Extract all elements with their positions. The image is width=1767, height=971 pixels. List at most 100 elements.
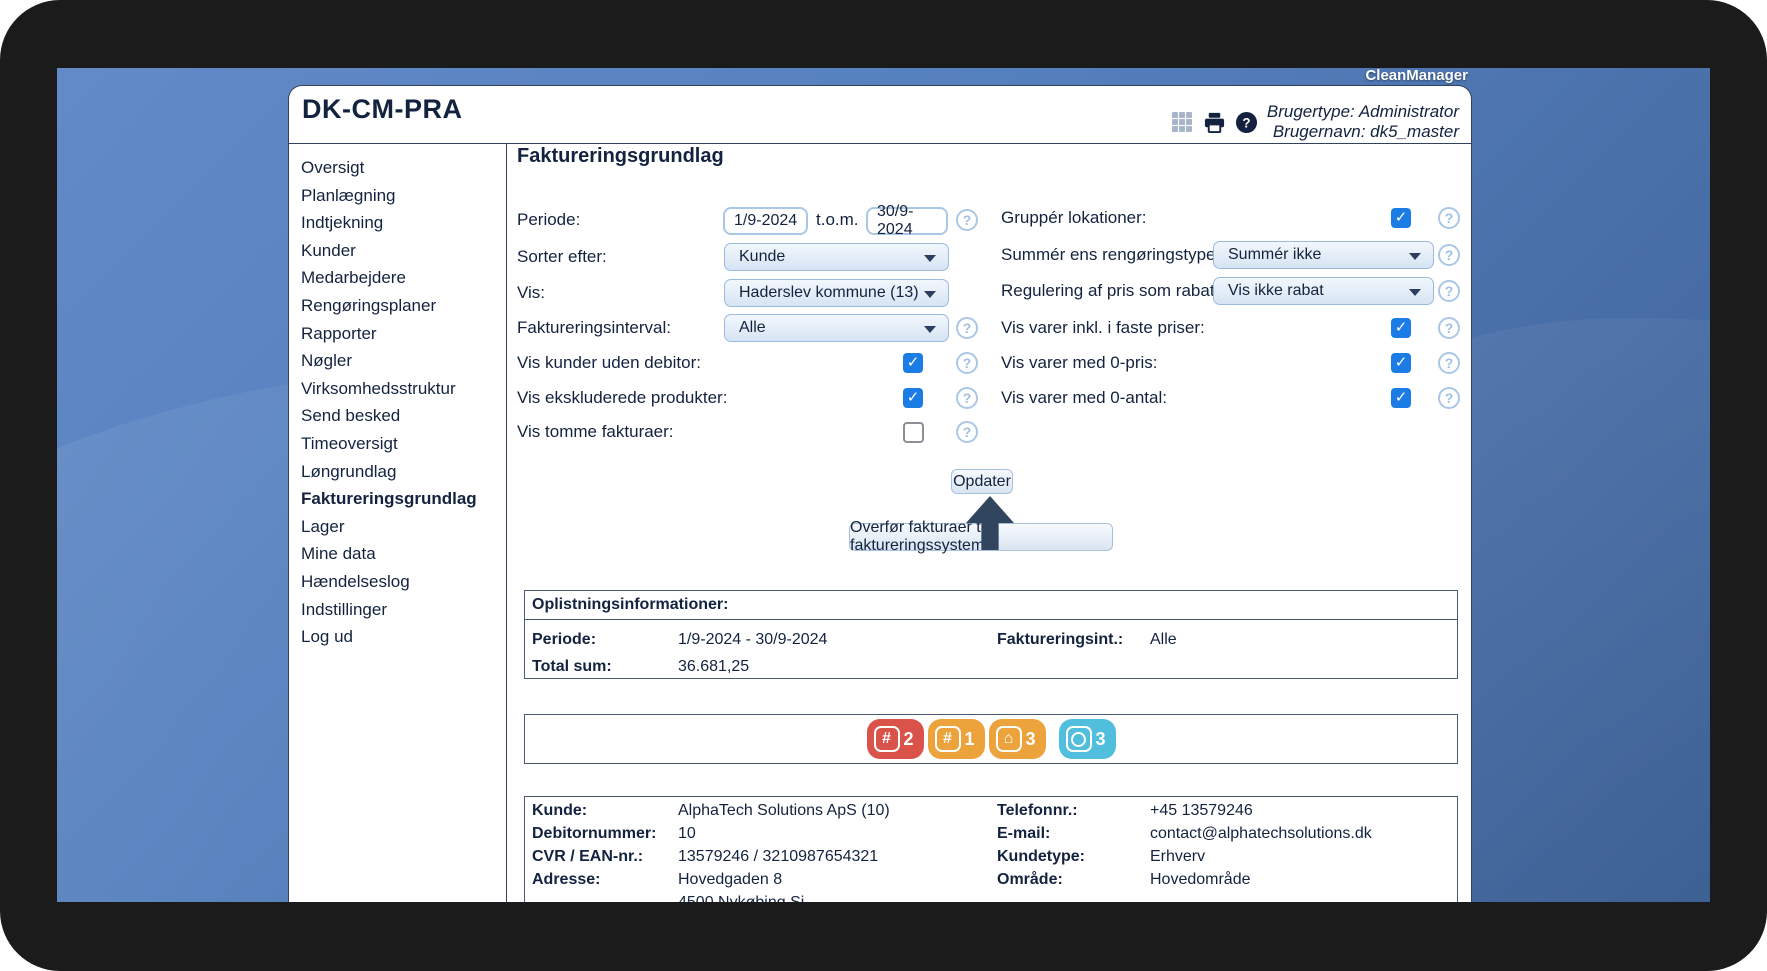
app-title: DK-CM-PRA bbox=[302, 94, 463, 124]
sidebar-item-faktureringsgrundlag[interactable]: Faktureringsgrundlag bbox=[289, 485, 506, 513]
kundetype-value: Erhverv bbox=[1150, 848, 1206, 865]
adresse-label: Adresse: bbox=[532, 871, 601, 888]
badge-red-hash[interactable]: # 2 bbox=[866, 719, 924, 759]
listing-total-value: 36.681,25 bbox=[678, 658, 750, 675]
sidebar-item-nogler[interactable]: Nøgler bbox=[289, 347, 506, 375]
regulering-label: Regulering af pris som rabat: bbox=[1001, 281, 1220, 300]
listing-info-header: Oplistningsinformationer: bbox=[525, 591, 1457, 620]
print-icon[interactable] bbox=[1203, 111, 1226, 134]
chevron-down-icon bbox=[1409, 289, 1421, 296]
faste-priser-checkbox[interactable]: ✓ bbox=[1391, 318, 1411, 338]
customer-row: Debitornummer: 10 E-mail: contact@alphat… bbox=[525, 825, 1457, 848]
transfer-invoices-button[interactable]: Overfør fakturaer til faktureringssystem bbox=[849, 519, 1113, 554]
kunde-label: Kunde: bbox=[532, 802, 588, 819]
sidebar-item-timeoversigt[interactable]: Timeoversigt bbox=[289, 430, 506, 458]
regulering-select[interactable]: Vis ikke rabat bbox=[1213, 277, 1434, 305]
sidebar-item-rengoringsplaner[interactable]: Rengøringsplaner bbox=[289, 292, 506, 320]
nul-pris-checkbox[interactable]: ✓ bbox=[1391, 353, 1411, 373]
debitor-label: Debitornummer: bbox=[532, 825, 657, 842]
page-title: Faktureringsgrundlag bbox=[517, 145, 724, 167]
form-row-regulering: Regulering af pris som rabat: Vis ikke r… bbox=[507, 277, 1471, 305]
grupper-checkbox[interactable]: ✓ bbox=[1391, 208, 1411, 228]
form-row-tomme: Vis tomme fakturaer: ? bbox=[507, 418, 1471, 446]
summer-select[interactable]: Summér ikke bbox=[1213, 241, 1434, 269]
grid-icon[interactable] bbox=[1171, 111, 1194, 134]
user-name: Brugernavn: dk5_master bbox=[1272, 122, 1459, 141]
help-icon[interactable]: ? bbox=[956, 421, 978, 443]
faste-priser-label: Vis varer inkl. i faste priser: bbox=[1001, 318, 1205, 337]
cleanmanager-brand: CleanManager bbox=[1365, 68, 1468, 84]
customer-row: Kunde: AlphaTech Solutions ApS (10) Tele… bbox=[525, 802, 1457, 825]
adresse-value-line2: 4500 Nykøbing Sj bbox=[678, 894, 804, 902]
kunde-value: AlphaTech Solutions ApS (10) bbox=[678, 802, 890, 819]
circle-icon bbox=[1065, 726, 1092, 752]
help-filled-icon[interactable]: ? bbox=[1235, 111, 1258, 134]
telefon-value: +45 13579246 bbox=[1150, 802, 1253, 819]
cvr-label: CVR / EAN-nr.: bbox=[532, 848, 644, 865]
hash-icon: # bbox=[873, 726, 900, 752]
house-icon: ⌂ bbox=[995, 726, 1022, 752]
sidebar-item-indstillinger[interactable]: Indstillinger bbox=[289, 596, 506, 624]
app-window: DK-CM-PRA ? Brugertype: Administrator Br… bbox=[288, 85, 1472, 902]
email-label: E-mail: bbox=[997, 825, 1051, 842]
sidebar-item-medarbejdere[interactable]: Medarbejdere bbox=[289, 264, 506, 292]
help-icon[interactable]: ? bbox=[1438, 317, 1460, 339]
nul-pris-label: Vis varer med 0-pris: bbox=[1001, 353, 1158, 372]
sidebar-item-mine-data[interactable]: Mine data bbox=[289, 540, 506, 568]
listing-interval-label: Faktureringsint.: bbox=[997, 631, 1124, 648]
badge-cyan-circle[interactable]: 3 bbox=[1058, 719, 1116, 759]
help-icon[interactable]: ? bbox=[1438, 244, 1460, 266]
listing-total-label: Total sum: bbox=[532, 658, 612, 675]
sidebar-item-send-besked[interactable]: Send besked bbox=[289, 402, 506, 430]
user-type: Brugertype: Administrator bbox=[1266, 102, 1459, 121]
listing-interval-value: Alle bbox=[1150, 631, 1177, 648]
help-icon[interactable]: ? bbox=[1438, 280, 1460, 302]
tomme-checkbox[interactable] bbox=[903, 422, 924, 443]
form-row-nul-pris: Vis varer med 0-pris: ✓ ? bbox=[507, 349, 1471, 377]
grupper-label: Gruppér lokationer: bbox=[1001, 208, 1147, 227]
nul-antal-checkbox[interactable]: ✓ bbox=[1391, 388, 1411, 408]
summer-label: Summér ens rengøringstyper: bbox=[1001, 245, 1226, 264]
adresse-value: Hovedgaden 8 bbox=[678, 871, 783, 888]
main-content: Faktureringsgrundlag Periode: 1/9-2024 t… bbox=[507, 144, 1471, 902]
cvr-value: 13579246 / 3210987654321 bbox=[678, 848, 879, 865]
omrade-value: Hovedområde bbox=[1150, 871, 1251, 888]
help-icon[interactable]: ? bbox=[1438, 207, 1460, 229]
listing-info-box: Oplistningsinformationer: Periode: 1/9-2… bbox=[524, 590, 1458, 679]
badges-box: # 2 # 1 ⌂ 3 3 bbox=[524, 714, 1458, 764]
customer-row: Adresse: Hovedgaden 8 Område: Hovedområd… bbox=[525, 871, 1457, 894]
listing-periode-value: 1/9-2024 - 30/9-2024 bbox=[678, 631, 828, 648]
listing-periode-label: Periode: bbox=[532, 631, 597, 648]
badge-count: 3 bbox=[1025, 728, 1036, 749]
form-row-faste-priser: Vis varer inkl. i faste priser: ✓ ? bbox=[507, 314, 1471, 342]
desktop-background: CleanManager DK-CM-PRA ? Brugertype: Adm… bbox=[57, 68, 1710, 902]
sidebar-item-kunder[interactable]: Kunder bbox=[289, 237, 506, 265]
hash-icon: # bbox=[934, 726, 961, 752]
badge-orange-hash[interactable]: # 1 bbox=[927, 719, 985, 759]
sidebar-item-longrundlag[interactable]: Løngrundlag bbox=[289, 458, 506, 486]
svg-text:?: ? bbox=[1242, 115, 1250, 130]
sidebar-item-log-ud[interactable]: Log ud bbox=[289, 623, 506, 651]
sidebar-item-haendelseslog[interactable]: Hændelseslog bbox=[289, 568, 506, 596]
sidebar-item-indtjekning[interactable]: Indtjekning bbox=[289, 209, 506, 237]
sidebar: Oversigt Planlægning Indtjekning Kunder … bbox=[289, 144, 507, 902]
omrade-label: Område: bbox=[997, 871, 1063, 888]
user-info: Brugertype: Administrator Brugernavn: dk… bbox=[1267, 102, 1459, 142]
sidebar-item-planlaegning[interactable]: Planlægning bbox=[289, 182, 506, 210]
update-button[interactable]: Opdater bbox=[951, 469, 1013, 494]
badge-orange-house[interactable]: ⌂ 3 bbox=[988, 719, 1046, 759]
form-row-summer: Summér ens rengøringstyper: Summér ikke … bbox=[507, 241, 1471, 269]
sidebar-item-rapporter[interactable]: Rapporter bbox=[289, 320, 506, 348]
help-icon[interactable]: ? bbox=[1438, 387, 1460, 409]
badge-count: 2 bbox=[903, 728, 914, 749]
sidebar-item-lager[interactable]: Lager bbox=[289, 513, 506, 541]
badge-count: 1 bbox=[964, 728, 975, 749]
chevron-down-icon bbox=[1409, 253, 1421, 260]
device-frame: CleanManager DK-CM-PRA ? Brugertype: Adm… bbox=[0, 0, 1767, 971]
nul-antal-label: Vis varer med 0-antal: bbox=[1001, 388, 1167, 407]
debitor-value: 10 bbox=[678, 825, 696, 842]
help-icon[interactable]: ? bbox=[1438, 352, 1460, 374]
sidebar-item-virksomhedsstruktur[interactable]: Virksomhedsstruktur bbox=[289, 375, 506, 403]
form-row-nul-antal: Vis varer med 0-antal: ✓ ? bbox=[507, 384, 1471, 412]
sidebar-item-oversigt[interactable]: Oversigt bbox=[289, 154, 506, 182]
